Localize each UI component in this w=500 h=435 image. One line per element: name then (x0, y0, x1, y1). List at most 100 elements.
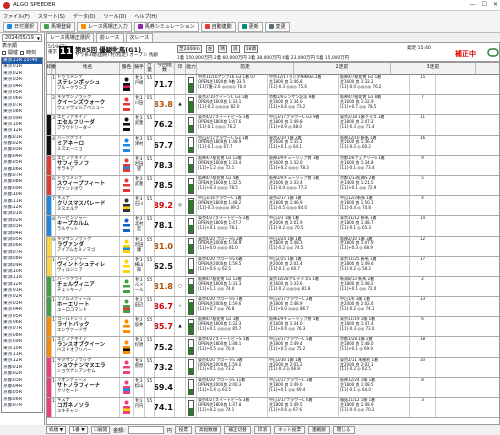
checkbox-venue[interactable] (2, 50, 6, 55)
table-row[interactable]: 16リオンディーズサトノラフィーナクリセード牝3松山5569.4東京4/20 フ… (47, 377, 499, 398)
sort-select[interactable]: 枠順 ▼ (46, 426, 67, 434)
mark[interactable] (175, 175, 186, 196)
menu-item[interactable]: ツール(D) (104, 13, 127, 20)
horse-name-cell[interactable]: ハービンジャー キープカルム ラルケット (56, 216, 120, 236)
table-row[interactable]: 13ゴールドシップライトバックエンヴァードザ牝3坂井5585.7▲阪神4/7桜花… (47, 317, 499, 338)
mark[interactable] (175, 337, 186, 357)
index-value: 75.2 (155, 337, 175, 357)
ability-cell (186, 317, 197, 337)
high-index-button[interactable]: 高指数順 (194, 426, 222, 434)
mark[interactable] (175, 256, 186, 276)
horse-name-cell[interactable]: キタサンブラック クイーンズウォーク ウェイヴェルアベニュー (56, 95, 120, 115)
header-ability: 能力 (186, 63, 197, 74)
mark[interactable]: ○ (175, 276, 186, 297)
index-value: 85.7 (155, 317, 175, 337)
filter-checkbox[interactable]: ☐ 展開 (90, 426, 111, 434)
table-row[interactable]: 2 キタサンブラック クイーンズウォーク ウェイヴェルアベニュー 牝3 川田 55 83.8 ▲… (47, 95, 499, 116)
order-select[interactable]: 1番 ▼ (69, 426, 88, 434)
mark[interactable]: ▲ (175, 317, 186, 337)
race-list-item[interactable]: 京都07R (2, 403, 42, 409)
table-row[interactable]: 14エピファネイアランスオブクイーンベストオブリバー牝3杉原5575.2東京4/… (47, 337, 499, 358)
prev-race-button[interactable]: 前レース (95, 32, 124, 43)
jockey-silk-icon (123, 319, 130, 334)
auto-link-button[interactable]: 自動連動 (200, 21, 236, 32)
table-row[interactable]: 1 ドゥラメンテ ステレンボッシュ ブルークランズ 牝3 戸崎 55 71.7 中京11/16ア… (47, 75, 499, 96)
mark[interactable]: ☆ (175, 297, 186, 317)
close-button[interactable]: 閉じる (332, 426, 355, 434)
table-row[interactable]: 4 ハーツクライ ミアネーロ ミスエーニョ 牝3 津村 55 67.7 中山3/17フラワーC … (47, 135, 499, 156)
table-row[interactable]: 17キズナコガネノソラユキチャン牝3丹内5574.1東京4/27スイートピーS … (47, 398, 499, 419)
result-index: [11]-0.1 ◎ 64.0 (340, 386, 371, 392)
table-row[interactable]: 3 エピファネイア エセルフリーダ ブラウドリーダー 牝3 武豊 55 76.2 東京4/27ス… (47, 115, 499, 136)
mark[interactable] (175, 75, 186, 95)
race-rank-button[interactable]: レース馬場正入力 (77, 21, 132, 32)
mark[interactable] (175, 398, 186, 418)
menu-item[interactable]: データ(D) (73, 13, 96, 20)
mark[interactable] (175, 216, 186, 236)
jockey-name: 戸崎 (134, 81, 144, 86)
mark[interactable] (175, 236, 186, 256)
mark[interactable] (175, 115, 186, 135)
race-order-button[interactable]: 連戦順 (307, 426, 330, 434)
result-index: [11]-0.4 ◎ 70.8 (340, 204, 371, 210)
horse-entry-button[interactable]: 馬場登録 (40, 21, 76, 32)
horse-name-cell[interactable]: エピファネイア ランスオブクイーン ベストオブリバー (56, 337, 120, 357)
race-rank-select-button[interactable]: レース馬場正選択 (46, 32, 94, 43)
horse-name-cell[interactable]: キタサンブラック ラヴァンダ アイアムカミノマゴ (56, 236, 120, 256)
horse-name-cell[interactable]: ゴールドシップ ライトバック エンヴァードザ (56, 317, 120, 337)
simulation-button[interactable]: 馬券シミュレーション (133, 21, 199, 32)
table-row[interactable]: 12リアルスティールホーエリートユーロコマンド牝3田辺5586.7☆東京4/20… (47, 297, 499, 318)
horse-name-cell[interactable]: ドゥラメンテ スウィープフィート ヴァンドボワ (56, 175, 120, 196)
menu-item[interactable]: ヘルプ(H) (134, 13, 157, 20)
minimize-icon[interactable]: — (470, 1, 476, 8)
table-row[interactable]: 15キタサンブラックショウナンマヌエラショウナンアンセム牝3菅原5573.2東京… (47, 357, 499, 378)
menu-item[interactable]: スタート(S) (38, 13, 65, 20)
horse-name-cell[interactable]: ハーツクライ チェルヴィニア チェッキーノ (56, 276, 120, 297)
horse-name-cell[interactable]: キズナ コガネノソラ ユキチャン (56, 398, 120, 418)
sub-toolbar: レース馬場正選択 前レース 次レース (46, 32, 500, 43)
horse-name-cell[interactable]: ドゥラメンテ ステレンボッシュ ブルークランズ (56, 75, 120, 95)
table-row[interactable]: 6 ドゥラメンテ スウィープフィート ヴァンドボワ 牝3 武豊 55 78.5 阪神4/7桜花賞… (47, 175, 499, 197)
result-index: [11]+0.3 ◎ 68.9 (340, 245, 373, 251)
mark[interactable]: ▲ (175, 95, 186, 115)
table-body: 1 ドゥラメンテ ステレンボッシュ ブルークランズ 牝3 戸崎 55 71.7 中京11/16ア… (47, 75, 499, 419)
vote-button[interactable]: 投票 (174, 426, 192, 434)
table-row[interactable]: 9 キタサンブラック ラヴァンダ アイアムカミノマゴ 牝3 岩田康 55 81.0 東京4/20… (47, 236, 499, 257)
menu-item[interactable]: ファイル(F) (3, 13, 30, 20)
ability-bar (188, 298, 194, 315)
date-picker[interactable]: 2024/05/19 ▼ (2, 34, 42, 42)
mark[interactable] (175, 135, 186, 155)
index-value: 78.3 (155, 155, 175, 175)
maximize-icon[interactable]: ☐ (482, 1, 487, 8)
horse-name-cell[interactable]: リアルスティール ホーエリート ユーロコマンド (56, 297, 120, 317)
mark[interactable]: ◎ (175, 196, 186, 216)
next-race-button[interactable]: 次レース (125, 32, 154, 43)
mark[interactable] (175, 357, 186, 377)
horse-name-cell[interactable]: エピファネイア エセルフリーダ ブラウドリーダー (56, 115, 120, 135)
horse-name-cell[interactable]: ハービンジャー ヴィントシュティレ ヴィルジニア (56, 256, 120, 276)
mark[interactable] (175, 155, 186, 175)
amount-input[interactable] (127, 426, 164, 434)
horse-name-cell[interactable]: ハーツクライ ミアネーロ ミスエーニョ (56, 135, 120, 155)
refresh-button[interactable]: 更新 (237, 21, 263, 32)
clear-marks-button[interactable]: 印消 (253, 426, 271, 434)
close-icon[interactable]: ✕ (493, 1, 498, 8)
table-row[interactable]: 11ハーツクライチェルヴィニアチェッキーノ牝3ルメール5581.8○阪神4/7桜… (47, 276, 499, 298)
correction-toggle-button[interactable]: 補正切替 (224, 426, 251, 434)
table-row[interactable]: 7 キズナ クリスマスパレード ミスエルテ 牝3 石川 55 89.2 ◎ 中山3/16フラワーC… (47, 196, 499, 217)
horse-name-cell[interactable]: エピファネイア サフィラノフ サラキア (56, 155, 120, 175)
horse-name-cell[interactable]: リオンディーズ サトノラフィーナ クリセード (56, 377, 120, 397)
race-select-button[interactable]: 日付選択 (3, 21, 39, 32)
table-row[interactable]: 8 ハービンジャー キープカルム ラルケット 牝3 北村宏 55 78.1 東京4/27スイート… (47, 216, 499, 237)
net-vote-button[interactable]: ネット投票 (273, 426, 305, 434)
result-cell-2: 東京2/10 1勝 2着 芝1600 良 1:35.2 [11]+0.1 ◎ 64.… (268, 135, 339, 155)
mark[interactable] (175, 377, 186, 397)
jockey-cell: 牝3 松山 (134, 377, 145, 397)
horse-name-cell[interactable]: キタサンブラック ショウナンマヌエラ ショウナンアンセム (56, 357, 120, 377)
horse-name-cell[interactable]: キズナ クリスマスパレード ミスエルテ (56, 196, 120, 216)
table-row[interactable]: 5 エピファネイア サフィラノフ サラキア 牝3 岩田望 55 78.3 阪神4/7桜花賞 G1… (47, 155, 499, 176)
checkbox-time[interactable] (20, 50, 25, 55)
table-row[interactable]: 10ハービンジャーヴィントシュティレヴィルジニア牝3横山和5562.5東京4/2… (47, 256, 499, 277)
result-cell-2: 中山3/3 1勝 1着 芝2000 良 2:01.9 [11]-0.2 ◎◎ 70.… (268, 216, 339, 236)
change-button[interactable]: 変更 (264, 21, 290, 32)
